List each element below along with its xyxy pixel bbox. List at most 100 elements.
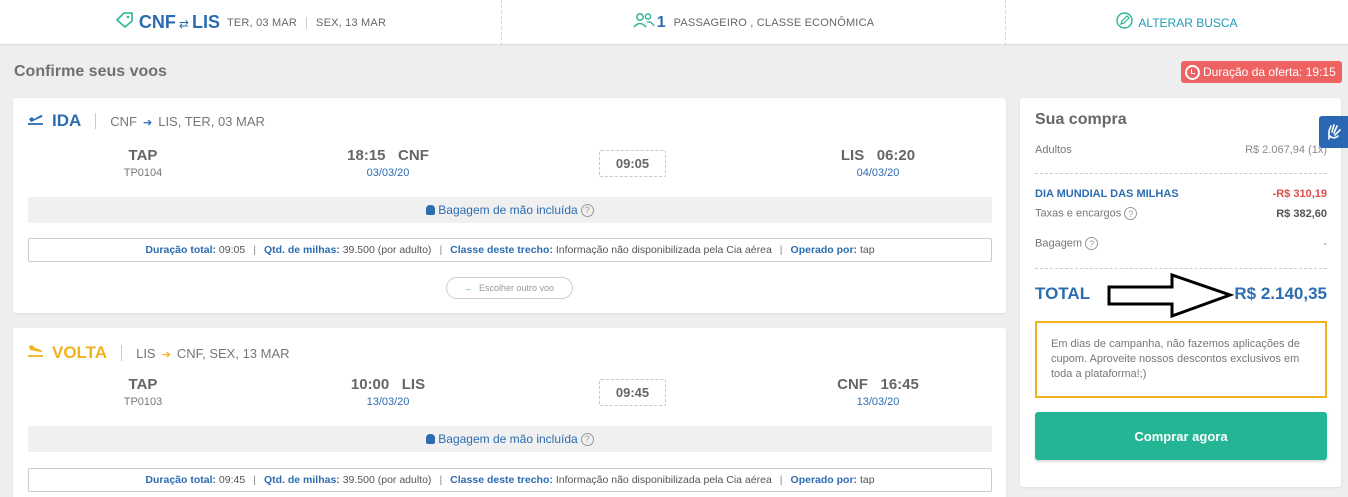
- arrival-date: 13/03/20: [856, 396, 900, 408]
- departure-info: 10:00 LIS 13/03/20: [333, 376, 443, 408]
- baggage-text: Bagagem de mão incluída: [438, 203, 578, 217]
- departure-time: 10:00 LIS: [333, 376, 443, 393]
- departure-date: 13/03/20: [366, 396, 410, 408]
- baggage-value: -: [1323, 237, 1327, 250]
- departure-time-value: 10:00: [350, 376, 390, 393]
- flight-duration: 09:45: [599, 379, 666, 406]
- detail-value: Informação não disponibilizada pela Cia …: [555, 474, 772, 486]
- divider: [1035, 268, 1327, 269]
- detail-label: Qtd. de milhas:: [263, 474, 340, 486]
- flight-direction: IDA: [52, 111, 82, 130]
- route-destination-date: CNF, SEX, 13 MAR: [176, 345, 290, 361]
- detail-value: 09:05: [218, 244, 246, 256]
- adults-value: R$ 2.067,94 (1x): [1245, 144, 1327, 156]
- passenger-class-text: PASSAGEIRO , CLASSE ECONÔMICA: [673, 16, 875, 29]
- flight-details: Duração total: 09:45 | Qtd. de milhas: 3…: [28, 468, 992, 492]
- edit-icon: [1116, 11, 1134, 34]
- clock-icon: [1185, 64, 1200, 80]
- baggage-row: Bagagem? -: [1035, 237, 1327, 250]
- ticket-icon: [115, 12, 133, 33]
- help-icon[interactable]: ?: [1085, 237, 1099, 250]
- help-icon[interactable]: ?: [1124, 207, 1138, 220]
- flight-direction: VOLTA: [52, 343, 108, 362]
- route-summary: CNF ⇄ LIS TER, 03 MAR SEX, 13 MAR: [0, 0, 502, 45]
- separator: |: [779, 244, 783, 256]
- search-summary-bar: CNF ⇄ LIS TER, 03 MAR SEX, 13 MAR 1 PASSAG…: [0, 0, 1348, 45]
- page-title: Confirme seus voos: [14, 63, 167, 80]
- separator: |: [253, 244, 256, 256]
- airline-info: TAP TP0104: [123, 147, 163, 179]
- flight-code: TP0104: [123, 167, 163, 179]
- total-value: R$ 2.140,35: [1234, 284, 1327, 303]
- total-label: TOTAL: [1035, 284, 1091, 303]
- detail-label: Operado por:: [790, 244, 858, 256]
- adults-row: Adultos R$ 2.067,94 (1x): [1035, 144, 1327, 156]
- divider: [121, 345, 123, 361]
- change-search-label: ALTERAR BUSCA: [1138, 15, 1238, 30]
- route-origin: CNF: [110, 113, 137, 129]
- discount-label: DIA MUNDIAL DAS MILHAS: [1035, 188, 1179, 200]
- flight-code: TP0103: [123, 396, 163, 408]
- divider: [1035, 173, 1327, 174]
- separator: |: [439, 474, 443, 486]
- arrival-info: LIS 06:20 04/03/20: [823, 147, 933, 179]
- purchase-title: Sua compra: [1035, 111, 1127, 128]
- backpack-icon: [426, 205, 436, 215]
- detail-label: Classe deste trecho:: [450, 244, 553, 256]
- taxes-label: Taxas e encargos: [1035, 207, 1122, 220]
- change-search-button[interactable]: ALTERAR BUSCA: [1006, 0, 1348, 45]
- detail-value: tap: [859, 244, 875, 256]
- discount-row: DIA MUNDIAL DAS MILHAS -R$ 310,19: [1035, 188, 1327, 200]
- arrival-airport: CNF: [837, 376, 868, 393]
- detail-value: Informação não disponibilizada pela Cia …: [555, 244, 772, 256]
- detail-value: tap: [859, 474, 875, 486]
- origin-code: CNF: [138, 12, 176, 32]
- detail-label: Duração total:: [145, 244, 216, 256]
- taxes-label-wrap: Taxas e encargos?: [1035, 207, 1138, 220]
- departure-airport: CNF: [398, 147, 429, 164]
- choose-other-flight-label: Escolher outro voo: [478, 283, 555, 293]
- help-icon[interactable]: ?: [580, 432, 594, 446]
- flight-route: CNF ➔ LIS, TER, 03 MAR: [110, 114, 265, 129]
- detail-label: Duração total:: [145, 474, 216, 486]
- airline-name: TAP: [128, 376, 158, 393]
- backpack-icon: [426, 434, 436, 444]
- arrow-right-icon: ➔: [161, 348, 171, 361]
- arrival-date: 04/03/20: [856, 167, 900, 179]
- sign-language-icon[interactable]: [1319, 116, 1348, 148]
- arrival-time: CNF 16:45: [823, 376, 933, 393]
- annotation-arrow-icon: [1106, 272, 1235, 325]
- passenger-summary: 1 PASSAGEIRO , CLASSE ECONÔMICA: [502, 0, 1006, 45]
- arrival-time: LIS 06:20: [823, 147, 933, 164]
- taxes-row: Taxas e encargos? R$ 382,60: [1035, 207, 1327, 220]
- divider: [95, 113, 97, 129]
- arrow-right-icon: ➔: [143, 116, 153, 129]
- detail-value: 09:45: [218, 474, 246, 486]
- airline-name: TAP: [128, 147, 158, 164]
- plane-arrival-icon: [27, 344, 44, 362]
- choose-other-flight-button[interactable]: ← Escolher outro voo: [446, 277, 573, 299]
- flight-details: Duração total: 09:05 | Qtd. de milhas: 3…: [28, 238, 992, 262]
- baggage-text: Bagagem de mão incluída: [438, 432, 578, 446]
- destination-code: LIS: [191, 12, 220, 32]
- departure-date: 03/03/20: [366, 167, 410, 179]
- departure-time-value: 18:15: [347, 147, 386, 164]
- baggage-info: Bagagem de mão incluída ?: [28, 426, 992, 452]
- route-destination-date: LIS, TER, 03 MAR: [158, 113, 265, 129]
- passenger-icon: [633, 12, 655, 33]
- flight-route: LIS ➔ CNF, SEX, 13 MAR: [136, 346, 289, 361]
- detail-value: 39.500 (por adulto): [342, 244, 432, 256]
- offer-timer-text: Duração da oferta: 19:15: [1203, 65, 1336, 79]
- return-flight-card: VOLTA LIS ➔ CNF, SEX, 13 MAR TAP TP0103 10…: [13, 328, 1006, 497]
- departure-time: 18:15 CNF: [333, 147, 443, 164]
- offer-timer-badge: Duração da oferta: 19:15: [1181, 61, 1342, 83]
- help-icon[interactable]: ?: [580, 203, 594, 217]
- buy-now-button[interactable]: Comprar agora: [1035, 412, 1327, 460]
- detail-label: Classe deste trecho:: [450, 474, 553, 486]
- arrival-time-value: 06:20: [876, 147, 916, 164]
- baggage-info: Bagagem de mão incluída ?: [28, 197, 992, 223]
- campaign-notice: Em dias de campanha, não fazemos aplicaç…: [1035, 321, 1327, 398]
- return-date: SEX, 13 MAR: [316, 16, 387, 29]
- outbound-date: TER, 03 MAR: [226, 16, 298, 29]
- departure-info: 18:15 CNF 03/03/20: [333, 147, 443, 179]
